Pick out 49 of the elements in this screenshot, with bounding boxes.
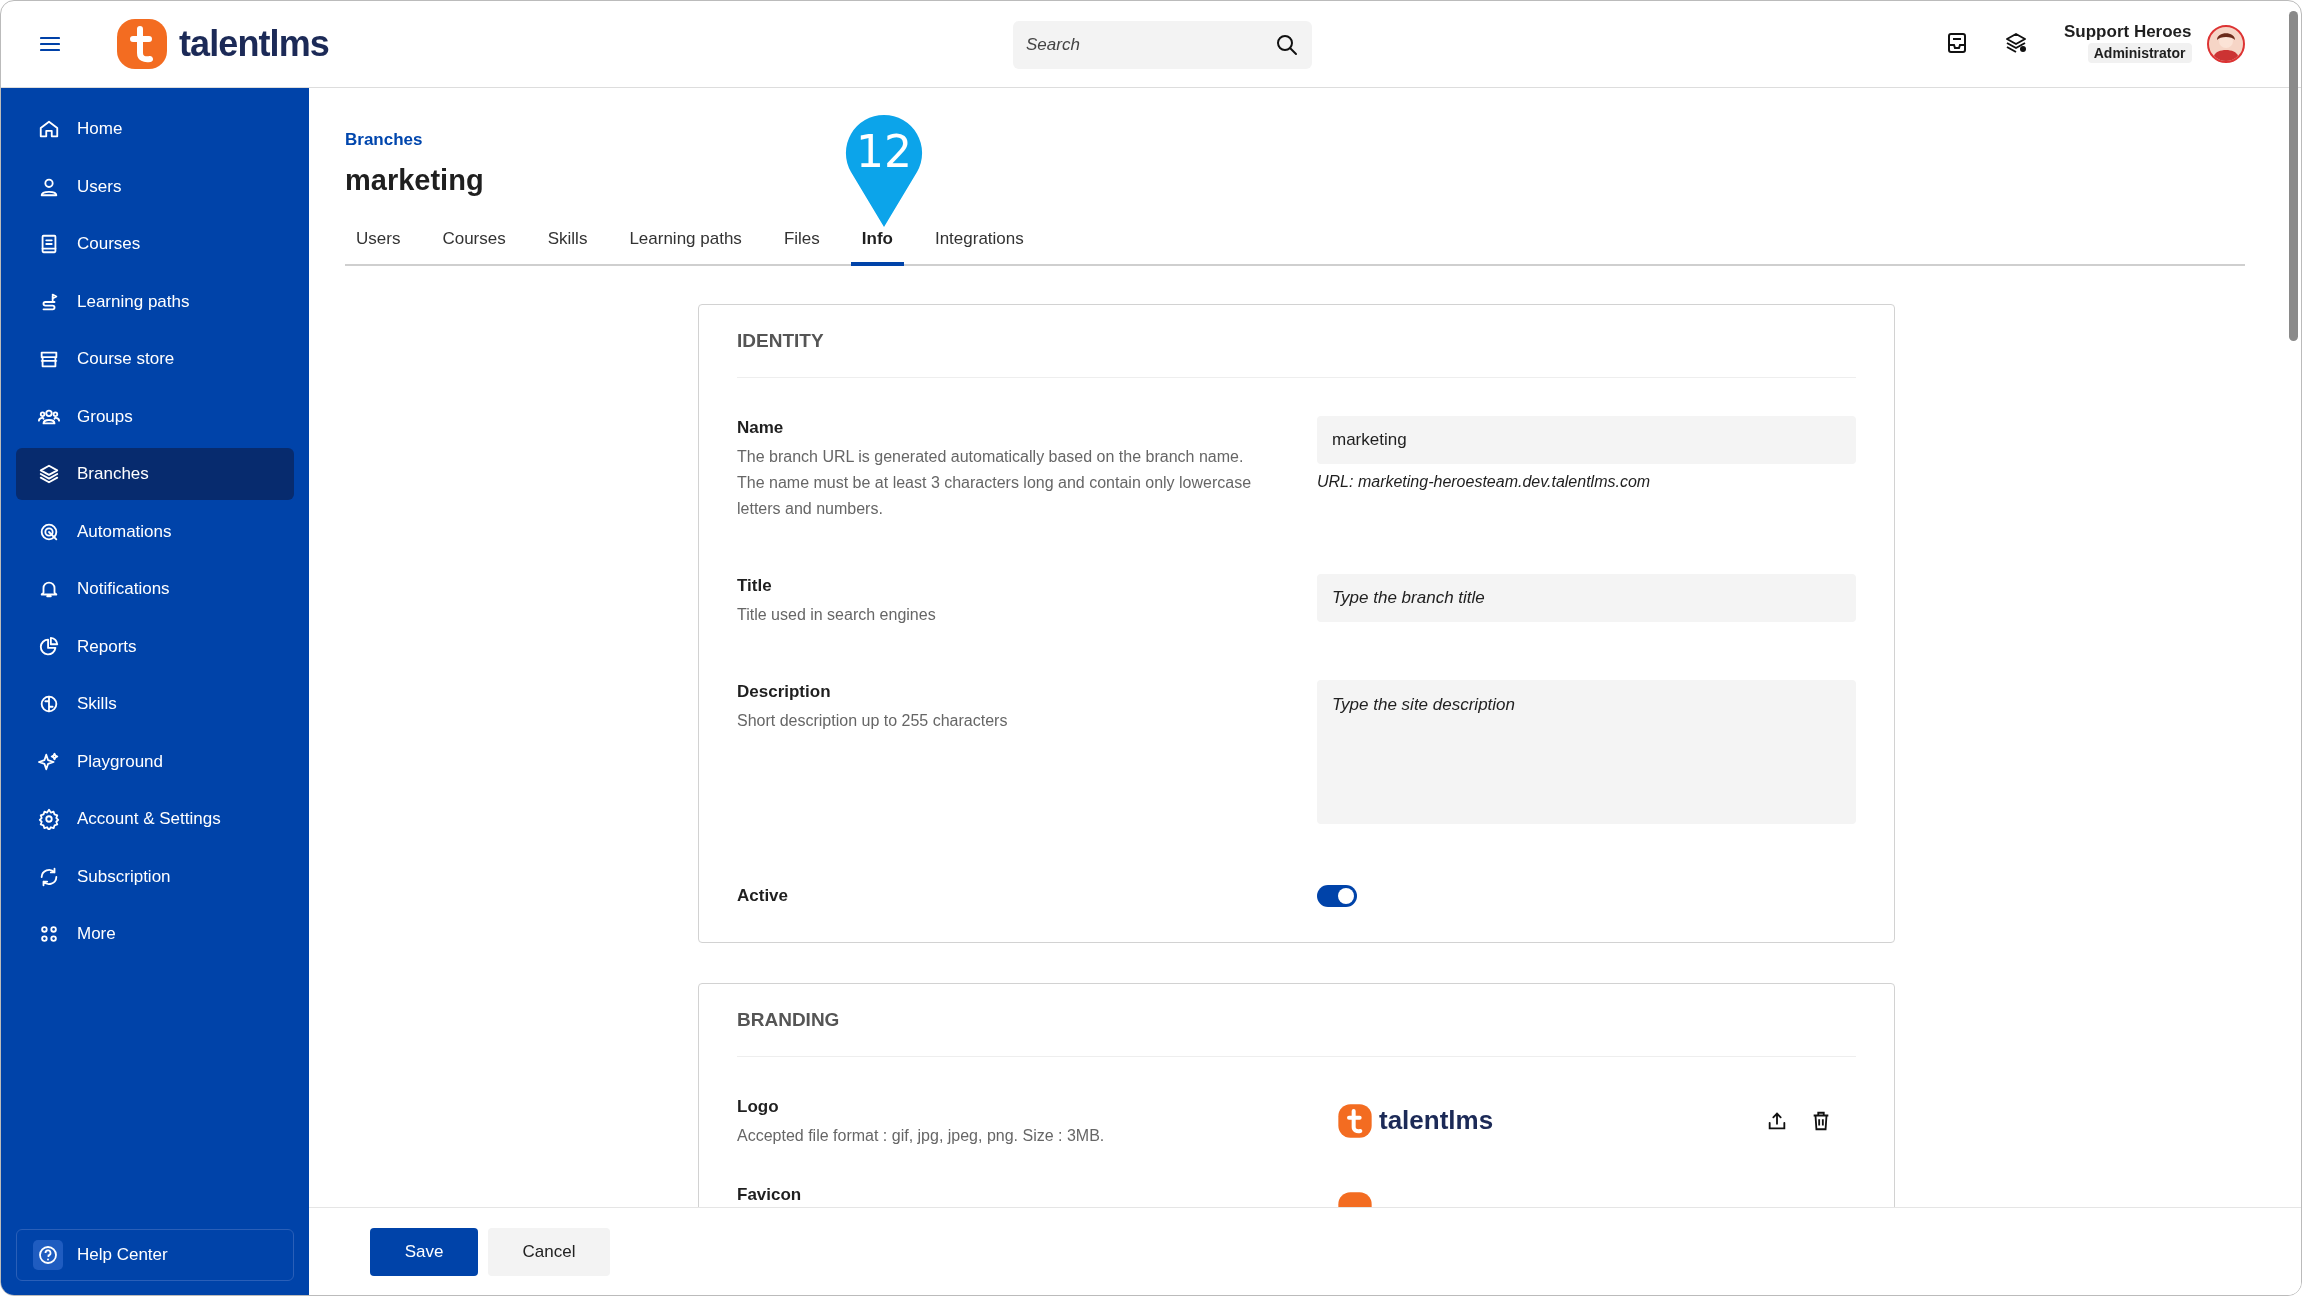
breadcrumb-link[interactable]: Branches [345, 128, 423, 152]
tab[interactable]: Courses [431, 216, 517, 266]
sidebar-item[interactable]: More [16, 908, 294, 960]
field-label: Favicon [737, 1184, 803, 1206]
text-field[interactable]: marketing [1317, 416, 1856, 464]
sidebar-item[interactable]: Courses [16, 218, 294, 270]
field-label: Name [737, 417, 785, 439]
tab[interactable]: Learning paths [618, 216, 753, 266]
step-marker: 12 [844, 113, 924, 229]
tab[interactable]: Integrations [923, 216, 1035, 266]
user-role: Administrator [2087, 43, 2192, 63]
field-help: Accepted file format : gif, jpg, jpeg, png. Size : 3MB. [737, 1126, 1106, 1146]
sidebar-item[interactable]: Groups [16, 390, 294, 443]
text-area[interactable]: Type the site description [1317, 680, 1856, 824]
field-help: The branch URL is generated automatically based on the branch name. The name must be at least 3 characters long and contain only lowercase letters and numbers. [737, 447, 1253, 519]
field-help: Title used in search engines [737, 605, 937, 625]
section-heading: IDENTITY [737, 305, 1856, 378]
cancel-button[interactable]: Cancel [488, 1227, 610, 1276]
sidebar-item[interactable]: Reports [16, 620, 294, 673]
sidebar-item[interactable]: Notifications [16, 563, 294, 615]
page-title: marketing [345, 163, 485, 198]
sidebar-item[interactable]: Automations [16, 505, 294, 558]
sidebar-item[interactable]: Home [16, 103, 294, 155]
tab[interactable]: Users [345, 216, 412, 266]
logo-text: talentlms [179, 22, 329, 66]
text-field[interactable]: Type the branch title [1317, 574, 1856, 622]
sidebar-item[interactable]: Branches [16, 448, 294, 500]
user-name: Support Heroes [2064, 21, 2192, 43]
sidebar-item[interactable]: Skills [16, 678, 294, 730]
field-label: Active [737, 885, 790, 907]
logo-text: talentlms [1379, 1104, 1494, 1137]
field-label: Description [737, 681, 832, 703]
field-label: Logo [737, 1096, 780, 1118]
field-help: Short description up to 255 characters [737, 711, 1009, 731]
sidebar-item[interactable]: Playground [16, 735, 294, 788]
tab[interactable]: Files [772, 216, 831, 266]
help-center-button[interactable]: Help Center [16, 1229, 294, 1281]
tab[interactable]: Skills [536, 216, 599, 266]
section-heading: BRANDING [737, 984, 1856, 1057]
search-field[interactable]: Search [1026, 32, 1275, 58]
field-label: Title [737, 575, 773, 597]
save-button[interactable]: Save [370, 1227, 478, 1276]
url-note: URL: marketing-heroesteam.dev.talentlms.com [1317, 472, 1652, 492]
sidebar-item[interactable]: Account & Settings [16, 793, 294, 845]
sidebar-item[interactable]: Users [16, 160, 294, 213]
sidebar-item[interactable]: Subscription [16, 850, 294, 903]
search-box[interactable]: Search [1013, 21, 1312, 69]
sidebar-item[interactable]: Learning paths [16, 275, 294, 328]
sidebar-item[interactable]: Course store [16, 333, 294, 385]
